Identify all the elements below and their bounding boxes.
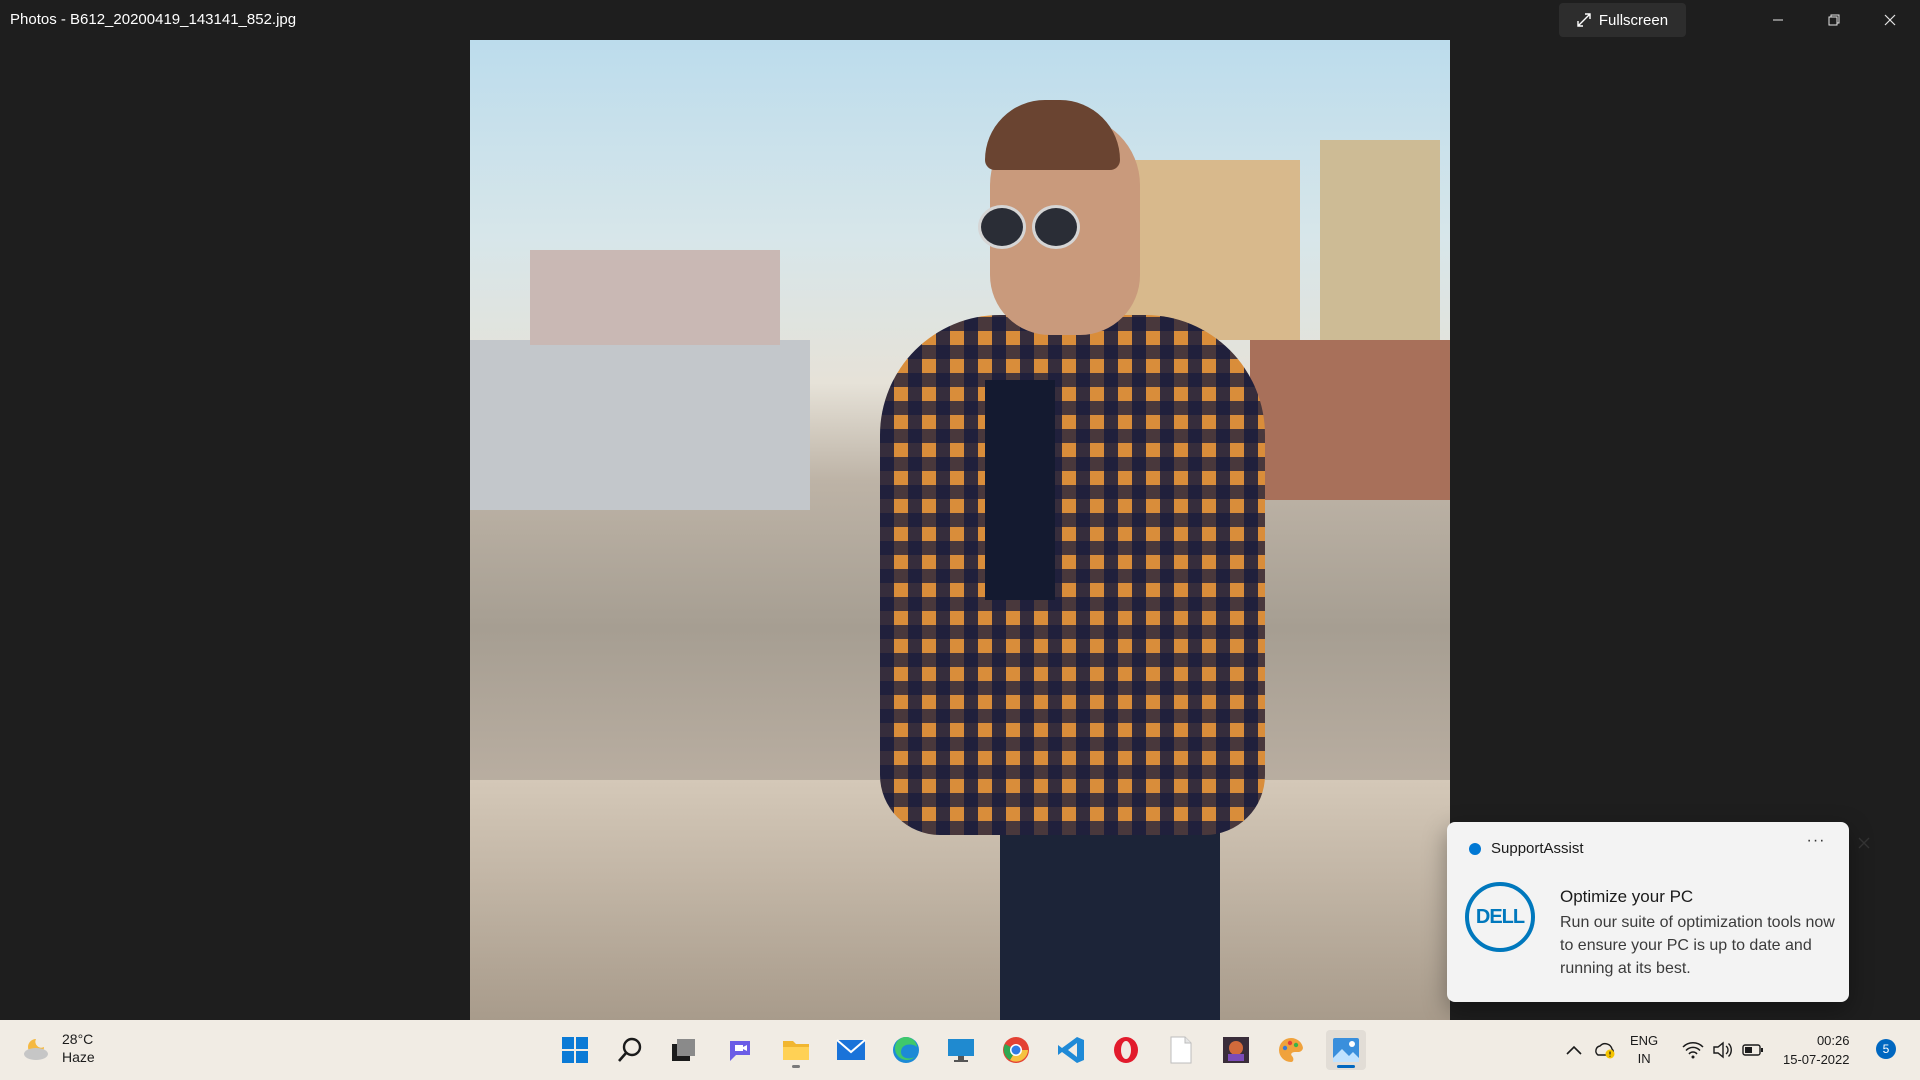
weather-text: 28°C Haze [62, 1030, 95, 1066]
supportassist-notification[interactable]: SupportAssist ··· DELL Optimize your PC … [1447, 822, 1870, 1002]
notification-body: Run our suite of optimization tools now … [1560, 914, 1835, 977]
game-button[interactable] [1216, 1030, 1256, 1070]
notification-title: Optimize your PC [1560, 887, 1694, 906]
mail-button[interactable] [831, 1030, 871, 1070]
document-icon [1170, 1036, 1192, 1064]
fullscreen-label: Fullscreen [1598, 11, 1669, 29]
game-icon [1223, 1037, 1249, 1063]
folder-icon [783, 1041, 809, 1060]
photos-icon [1333, 1038, 1359, 1062]
weather-widget[interactable]: 28°C Haze [22, 1030, 95, 1066]
opera-button[interactable] [1106, 1030, 1146, 1070]
chrome-icon [1003, 1037, 1029, 1063]
weather-temp: 28°C [62, 1031, 94, 1047]
wifi-icon [1682, 1042, 1704, 1059]
running-indicator [792, 1065, 800, 1068]
task-view-icon [672, 1039, 695, 1061]
windows-start-icon [562, 1037, 588, 1063]
photo-jeans [1000, 820, 1220, 1020]
notification-count-badge[interactable]: 5 [1876, 1039, 1896, 1059]
search-button[interactable] [610, 1030, 650, 1070]
photo-sunglasses-right [1032, 205, 1080, 249]
clock-time: 00:26 [1816, 1033, 1850, 1048]
photo-viewer-image[interactable] [470, 40, 1450, 1020]
notification-app-row: SupportAssist [1469, 840, 1584, 857]
volume-icon [1713, 1041, 1732, 1059]
photo-hair [985, 100, 1120, 170]
photo-sunglasses-left [978, 205, 1026, 249]
photo-brick-wall [1250, 340, 1450, 500]
dell-logo: DELL [1465, 882, 1535, 952]
mail-icon [836, 1039, 866, 1060]
language-text: ENG IN [1630, 1032, 1658, 1068]
battery-icon [1742, 1044, 1763, 1056]
weather-condition: Haze [62, 1049, 95, 1065]
language-line2: IN [1637, 1051, 1651, 1066]
palette-icon [1279, 1037, 1303, 1062]
tray-overflow-button[interactable] [1565, 1020, 1583, 1080]
file-explorer-button[interactable] [776, 1030, 816, 1070]
clock-date: 15-07-2022 [1783, 1052, 1850, 1067]
edge-icon [893, 1036, 919, 1063]
photo-wall [470, 340, 810, 510]
fullscreen-button[interactable]: Fullscreen [1559, 3, 1686, 37]
notification-close-button[interactable] [1857, 836, 1877, 856]
notification-app-name: SupportAssist [1491, 840, 1584, 857]
monitor-icon [948, 1039, 974, 1062]
taskbar: 28°C Haze ENG IN 00:26 15-07-2022 5 [0, 1020, 1920, 1080]
close-icon [1858, 837, 1870, 849]
quick-settings-button[interactable] [1682, 1020, 1764, 1080]
close-icon [1884, 14, 1896, 26]
chrome-button[interactable] [996, 1030, 1036, 1070]
start-button[interactable] [555, 1030, 595, 1070]
photos-button[interactable] [1326, 1030, 1366, 1070]
onedrive-tray-button[interactable] [1593, 1020, 1617, 1080]
remote-desktop-button[interactable] [941, 1030, 981, 1070]
clock-text: 00:26 15-07-2022 [1783, 1031, 1850, 1069]
restore-icon [1828, 14, 1840, 26]
search-icon [618, 1037, 642, 1062]
chat-button[interactable] [720, 1030, 760, 1070]
photo-checked-shirt [880, 315, 1265, 835]
notepad-button[interactable] [1161, 1030, 1201, 1070]
opera-icon [1114, 1037, 1138, 1063]
language-line1: ENG [1630, 1033, 1659, 1048]
close-button[interactable] [1862, 0, 1918, 40]
minimize-icon [1773, 19, 1783, 21]
minimize-button[interactable] [1750, 0, 1806, 40]
notification-more-options-button[interactable]: ··· [1804, 832, 1828, 856]
task-view-button[interactable] [663, 1030, 703, 1070]
edge-button[interactable] [886, 1030, 926, 1070]
title-bar: Photos - B612_20200419_143141_852.jpg Fu… [0, 0, 1920, 40]
window-title: Photos - B612_20200419_143141_852.jpg [10, 11, 297, 28]
chevron-up-icon [1566, 1045, 1582, 1055]
expand-icon [1577, 13, 1591, 27]
vscode-button[interactable] [1051, 1030, 1091, 1070]
cloud-warning-icon [1595, 1043, 1615, 1059]
vscode-icon [1058, 1037, 1084, 1063]
restore-button[interactable] [1806, 0, 1862, 40]
chat-icon [730, 1041, 750, 1061]
partly-cloudy-icon [24, 1039, 48, 1060]
clock-button[interactable]: 00:26 15-07-2022 [1783, 1020, 1850, 1080]
language-indicator[interactable]: ENG IN [1630, 1020, 1658, 1080]
supportassist-app-icon [1469, 842, 1481, 855]
photo-tshirt [985, 380, 1055, 600]
photo-building-left [530, 250, 780, 345]
photo-building-far-right [1320, 140, 1440, 340]
active-indicator [1337, 1065, 1355, 1068]
paint-button[interactable] [1271, 1030, 1311, 1070]
